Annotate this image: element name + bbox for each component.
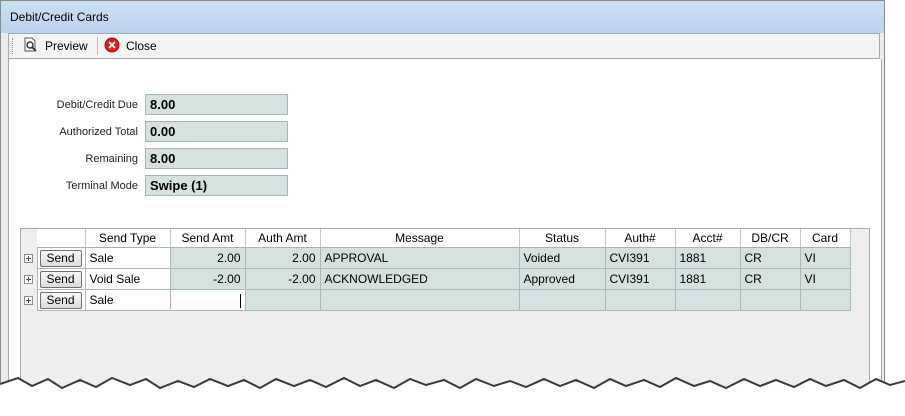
header-send-amt[interactable]: Send Amt	[170, 229, 246, 248]
terminal-mode-field: Swipe (1)	[145, 175, 288, 196]
preview-icon	[23, 37, 39, 56]
terminal-mode-label: Terminal Mode	[65, 180, 138, 192]
debit-credit-due-label: Debit/Credit Due	[56, 99, 138, 111]
message-cell: ACKNOWLEDGED	[319, 268, 520, 290]
send-amt-input[interactable]	[169, 289, 246, 311]
send-button[interactable]: Send	[39, 291, 82, 309]
header-db-cr[interactable]: DB/CR	[740, 229, 801, 248]
header-message[interactable]: Message	[320, 229, 520, 248]
close-icon	[104, 37, 120, 56]
card-cell: VI	[799, 247, 851, 269]
header-send	[37, 229, 86, 248]
remaining-label: Remaining	[85, 153, 138, 165]
message-cell	[319, 289, 520, 311]
expand-plus-icon[interactable]	[24, 296, 34, 306]
title-bar[interactable]: Debit/Credit Cards	[1, 1, 884, 33]
auth-no-cell: CVI391	[604, 268, 676, 290]
send-amt-cell[interactable]: 2.00	[169, 247, 246, 269]
close-button[interactable]: Close	[104, 36, 157, 56]
db-cr-cell: CR	[739, 268, 801, 290]
header-auth-amt[interactable]: Auth Amt	[245, 229, 321, 248]
preview-button[interactable]: Preview	[23, 36, 88, 56]
auth-amt-cell: 2.00	[244, 247, 321, 269]
send-type-cell[interactable]: Void Sale	[84, 268, 171, 290]
auth-no-cell: CVI391	[604, 247, 676, 269]
card-cell	[799, 289, 851, 311]
acct-no-cell	[674, 289, 741, 311]
table-row[interactable]: Send Void Sale -2.00 -2.00 ACKNOWLEDGED …	[21, 268, 851, 290]
send-cell: Send	[36, 247, 86, 269]
send-button[interactable]: Send	[39, 270, 82, 288]
text-caret	[239, 294, 241, 308]
card-cell: VI	[799, 268, 851, 290]
torn-edge-decoration	[0, 376, 905, 416]
row-expander[interactable]	[21, 268, 37, 290]
preview-label: Preview	[45, 39, 88, 53]
close-label: Close	[126, 39, 157, 53]
message-cell: APPROVAL	[319, 247, 520, 269]
auth-no-cell	[604, 289, 676, 311]
header-acct-no[interactable]: Acct#	[675, 229, 741, 248]
row-expander[interactable]	[21, 247, 37, 269]
acct-no-cell: 1881	[674, 268, 741, 290]
table-row[interactable]: Send Sale	[21, 289, 851, 311]
row-expander[interactable]	[21, 289, 37, 311]
send-button[interactable]: Send	[39, 249, 82, 267]
header-status[interactable]: Status	[519, 229, 606, 248]
table-row[interactable]: Send Sale 2.00 2.00 APPROVAL Voided CVI3…	[21, 247, 851, 269]
send-cell: Send	[36, 268, 86, 290]
auth-amt-cell	[244, 289, 321, 311]
header-send-type[interactable]: Send Type	[85, 229, 171, 248]
send-cell: Send	[36, 289, 86, 311]
send-type-cell[interactable]: Sale	[84, 289, 171, 311]
window-title: Debit/Credit Cards	[10, 10, 109, 24]
main-content: Debit/Credit Due 8.00 Authorized Total 0…	[8, 59, 882, 409]
toolbar: Preview Close	[8, 33, 880, 59]
toolbar-grip[interactable]	[12, 38, 15, 54]
authorized-total-field: 0.00	[145, 121, 288, 142]
send-amt-cell[interactable]: -2.00	[169, 268, 246, 290]
debit-credit-cards-window: Debit/Credit Cards Preview Close Debit/C…	[0, 0, 885, 410]
header-expander	[21, 229, 37, 248]
grid-header-row: Send Type Send Amt Auth Amt Message Stat…	[21, 229, 851, 248]
auth-amt-cell: -2.00	[244, 268, 321, 290]
status-cell: Approved	[518, 268, 606, 290]
db-cr-cell	[739, 289, 801, 311]
header-auth-no[interactable]: Auth#	[605, 229, 676, 248]
toolbar-separator	[97, 37, 98, 55]
expand-plus-icon[interactable]	[24, 275, 34, 285]
authorized-total-label: Authorized Total	[59, 126, 138, 138]
db-cr-cell: CR	[739, 247, 801, 269]
expand-plus-icon[interactable]	[24, 254, 34, 264]
debit-credit-due-field: 8.00	[145, 94, 288, 115]
header-card[interactable]: Card	[800, 229, 851, 248]
status-cell: Voided	[518, 247, 606, 269]
transactions-table: Send Type Send Amt Auth Amt Message Stat…	[21, 229, 851, 311]
remaining-field: 8.00	[145, 148, 288, 169]
send-type-cell[interactable]: Sale	[84, 247, 171, 269]
acct-no-cell: 1881	[674, 247, 741, 269]
status-cell	[518, 289, 606, 311]
